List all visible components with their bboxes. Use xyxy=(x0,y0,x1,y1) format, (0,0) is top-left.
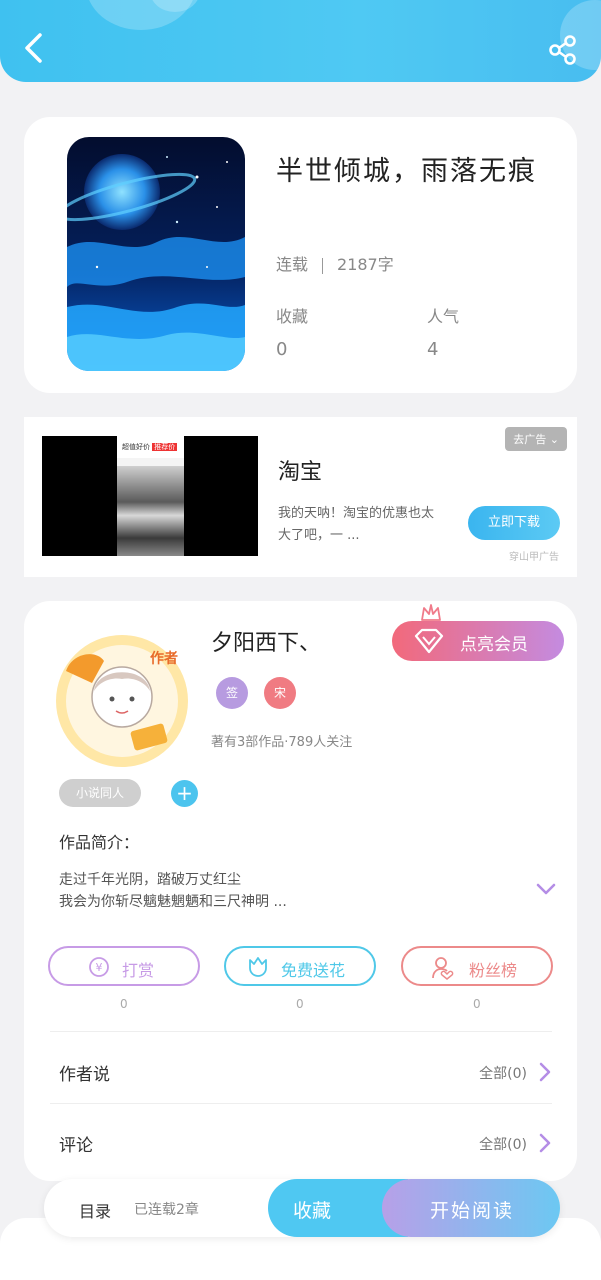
top-bar xyxy=(0,0,601,82)
vip-membership-button[interactable]: 点亮会员 xyxy=(392,621,564,661)
remove-ad-button[interactable]: 去广告 ⌄ xyxy=(505,427,567,451)
add-tag-button[interactable]: + xyxy=(171,780,198,807)
yen-coin-icon: ¥ xyxy=(89,957,109,977)
bottom-action-bar: 目录 已连载2章 收藏 开始阅读 xyxy=(44,1179,560,1237)
chevron-right-icon xyxy=(539,1062,551,1082)
divider xyxy=(50,1103,552,1104)
intro-line-1: 走过千年光阴，踏破万丈红尘 xyxy=(59,872,241,888)
book-status: 连载 xyxy=(276,255,309,274)
ad-title: 淘宝 xyxy=(278,460,323,485)
favorites-value: 0 xyxy=(276,339,288,360)
intro-line-2: 我会为你斩尽魑魅魍魉和三尺神明 ... xyxy=(59,894,287,910)
avatar-author-label: 作者 xyxy=(150,650,178,667)
download-button[interactable]: 立即下载 xyxy=(468,506,560,540)
reward-button[interactable]: ¥ 打赏 xyxy=(48,946,200,986)
ad-video-header: 超值好价 推荐价 xyxy=(117,436,184,458)
favorites-label: 收藏 xyxy=(276,307,309,326)
fans-count: 0 xyxy=(473,997,481,1011)
start-reading-label: 开始阅读 xyxy=(430,1200,515,1222)
ad-video-thumbnail[interactable]: 超值好价 推荐价 xyxy=(42,436,258,556)
ad-banner[interactable]: 超值好价 推荐价 淘宝 我的天呐！淘宝的优惠也太大了吧，一 ... 去广告 ⌄ … xyxy=(24,417,577,577)
book-word-count: 2187字 xyxy=(337,255,394,274)
start-reading-button[interactable]: 开始阅读 xyxy=(382,1179,560,1237)
collect-label: 收藏 xyxy=(293,1200,332,1222)
share-icon xyxy=(549,35,576,65)
comments-all: 全部(0) xyxy=(479,1137,527,1153)
author-says-label: 作者说 xyxy=(59,1065,110,1085)
book-meta: 连载 2187字 xyxy=(276,251,394,275)
back-button[interactable] xyxy=(18,30,48,66)
fans-rank-label: 粉丝榜 xyxy=(469,961,518,980)
author-name: 夕阳西下、 xyxy=(211,631,322,656)
chevron-down-icon xyxy=(536,883,556,895)
popularity-label: 人气 xyxy=(427,307,460,326)
ad-source-tag: 穿山甲广告 xyxy=(509,552,559,563)
divider xyxy=(50,1031,552,1032)
remove-ad-label: 去广告 xyxy=(513,433,547,446)
divider xyxy=(322,257,324,274)
chevron-right-icon xyxy=(539,1133,551,1153)
song-badge: 宋 xyxy=(264,677,296,709)
author-card: 作者 夕阳西下、 点亮会员 签 宋 著有3部作品·789人关注 小说同人 + 作… xyxy=(24,601,577,1181)
reward-count: 0 xyxy=(120,997,128,1011)
share-button[interactable] xyxy=(547,34,579,66)
signed-badge: 签 xyxy=(216,677,248,709)
expand-intro-button[interactable] xyxy=(536,881,556,900)
intro-text: 走过千年光阴，踏破万丈红尘 我会为你斩尽魑魅魍魉和三尺神明 ... xyxy=(59,869,287,913)
intro-label: 作品简介： xyxy=(59,833,140,852)
table-of-contents-button[interactable]: 目录 xyxy=(79,1198,111,1222)
diamond-icon xyxy=(414,628,444,654)
ad-description: 我的天呐！淘宝的优惠也太大了吧，一 ... xyxy=(278,506,435,543)
serialization-status: 已连载2章 xyxy=(134,1202,199,1218)
send-flower-button[interactable]: 免费送花 xyxy=(224,946,376,986)
popularity-value: 4 xyxy=(427,339,439,360)
book-title: 半世倾城，雨落无痕 xyxy=(276,156,537,187)
ad-video-label-2: 推荐价 xyxy=(152,443,178,451)
flower-count: 0 xyxy=(296,997,304,1011)
reward-label: 打赏 xyxy=(122,961,155,980)
author-meta: 著有3部作品·789人关注 xyxy=(211,735,353,750)
comments-label: 评论 xyxy=(59,1136,93,1156)
flower-icon xyxy=(249,957,267,977)
plus-icon: + xyxy=(176,781,193,805)
vip-button-label: 点亮会员 xyxy=(460,635,528,655)
ad-video-frame: 超值好价 推荐价 xyxy=(117,436,184,556)
crown-icon xyxy=(421,604,441,621)
ad-video-label-1: 超值好价 xyxy=(122,443,150,451)
author-avatar[interactable]: 作者 xyxy=(52,631,192,771)
ad-video-image xyxy=(117,466,184,556)
back-arrow-icon xyxy=(25,33,42,63)
svg-text:¥: ¥ xyxy=(96,961,103,974)
book-cover-image[interactable] xyxy=(67,137,245,371)
fans-user-icon xyxy=(432,957,454,980)
author-says-all: 全部(0) xyxy=(479,1066,527,1082)
chevron-down-icon: ⌄ xyxy=(549,433,559,446)
genre-tag[interactable]: 小说同人 xyxy=(59,779,141,807)
send-flower-label: 免费送花 xyxy=(281,961,346,980)
book-info-card: 半世倾城，雨落无痕 连载 2187字 收藏 0 人气 4 xyxy=(24,117,577,393)
fans-rank-button[interactable]: 粉丝榜 xyxy=(401,946,553,986)
